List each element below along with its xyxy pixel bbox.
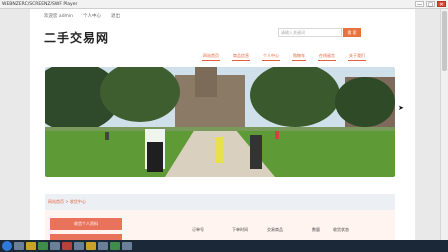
webpage-viewport: 欢迎您 admin 个人中心 退出 二手交易网 请输入关键词 搜 索 网站首页 … (30, 9, 415, 240)
start-button[interactable] (2, 241, 12, 251)
taskbar-app-icon[interactable] (74, 242, 84, 250)
table-header-order: 订单号 (192, 227, 204, 232)
table-header-quantity: 数量 (312, 227, 320, 232)
logout-link[interactable]: 退出 (111, 13, 120, 19)
maximize-button[interactable]: □ (426, 1, 435, 8)
taskbar (0, 240, 448, 252)
close-button[interactable]: ✕ (437, 1, 446, 8)
scroll-thumb[interactable] (442, 11, 447, 71)
site-topbar: 欢迎您 admin 个人中心 退出 (30, 9, 415, 23)
minimize-button[interactable]: — (415, 1, 424, 8)
profile-button[interactable]: 收货个人资料 (50, 218, 122, 230)
header: 二手交易网 请输入关键词 搜 索 (30, 23, 415, 51)
table-header-status: 收货状态 (333, 227, 349, 232)
nav-messages[interactable]: 在线留言 (318, 53, 336, 61)
personal-center-link[interactable]: 个人中心 (83, 13, 101, 19)
taskbar-app-icon[interactable] (62, 242, 72, 250)
main-nav: 网站首页 商品信息 个人中心 购物车 在线留言 关于我们 (30, 51, 415, 63)
search-input[interactable]: 请输入关键词 (278, 28, 342, 37)
taskbar-app-icon[interactable] (26, 242, 36, 250)
taskbar-app-icon[interactable] (122, 242, 132, 250)
taskbar-app-icon[interactable] (14, 242, 24, 250)
campus-scene (45, 67, 395, 177)
nav-products[interactable]: 商品信息 (232, 53, 250, 61)
taskbar-app-icon[interactable] (98, 242, 108, 250)
taskbar-app-icon[interactable] (50, 242, 60, 250)
taskbar-app-icon[interactable] (38, 242, 48, 250)
mouse-cursor-icon: ➤ (398, 104, 404, 112)
table-header-time: 下单时间 (232, 227, 248, 232)
player-title: WEBNZERC/SCREENZ/SWF Player (2, 1, 78, 7)
taskbar-app-icon[interactable] (86, 242, 96, 250)
nav-cart[interactable]: 购物车 (292, 53, 306, 61)
nav-home[interactable]: 网站首页 (202, 53, 220, 61)
taskbar-app-icon[interactable] (110, 242, 120, 250)
player-titlebar: WEBNZERC/SCREENZ/SWF Player — □ ✕ (0, 0, 448, 9)
vertical-scrollbar[interactable] (440, 9, 448, 240)
window-controls: — □ ✕ (415, 1, 446, 8)
user-center-panel: 收货个人资料 订单号 下单时间 交易商品 数量 收货状态 (45, 210, 395, 240)
breadcrumb: 网站首页 > 收货中心 (45, 194, 395, 210)
search-button[interactable]: 搜 索 (343, 28, 361, 37)
nav-about[interactable]: 关于我们 (348, 53, 366, 61)
table-header-product: 交易商品 (267, 227, 283, 232)
nav-personal-center[interactable]: 个人中心 (262, 53, 280, 61)
welcome-text: 欢迎您 admin (44, 14, 74, 19)
site-logo[interactable]: 二手交易网 (44, 29, 109, 46)
hero-banner-image (45, 67, 395, 177)
